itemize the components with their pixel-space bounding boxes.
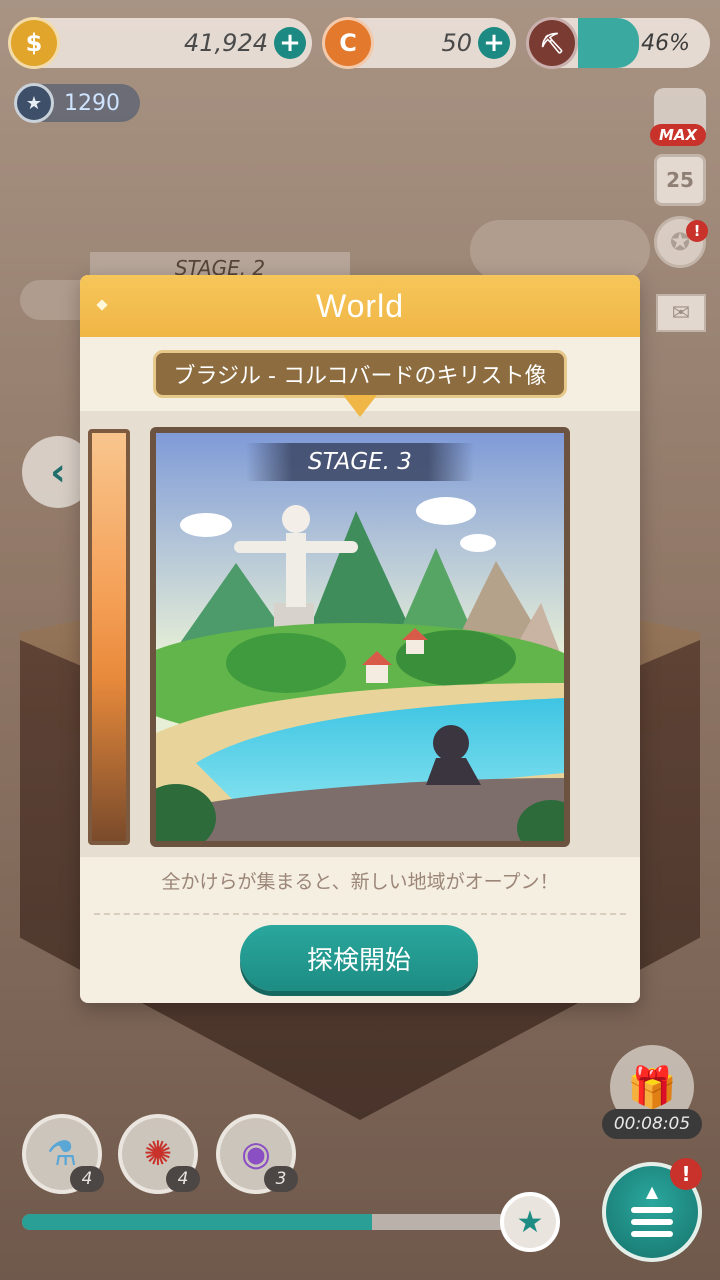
medal-value: 1290 [64,90,120,116]
potion-count: 4 [70,1166,104,1192]
award-alert-badge: ! [686,220,708,242]
menu-alert-badge: ! [670,1158,702,1190]
chevron-up-icon: ▲ [645,1182,659,1201]
dynamite-count: 4 [166,1166,200,1192]
candy-count: 3 [264,1166,298,1192]
stage-progress-fill [22,1214,372,1230]
world-modal: World STAGE. 3 ブラジル - コルコバードのキリスト像 全かけらが… [80,275,640,1003]
calendar-day: 25 [666,168,694,192]
gift-timer: 00:08:05 [602,1109,702,1139]
gold-coin-icon: $ [8,17,60,69]
previous-world-card[interactable] [88,429,130,845]
mine-cart-icon: ⛏ [526,17,578,69]
gold-value: 41,924 [184,29,268,57]
gold-currency-pill: $ 41,924 + [8,17,312,69]
world-carousel[interactable]: STAGE. 3 [80,411,640,857]
potion-icon: ⚗ [46,1134,78,1174]
candy-ball-icon: ◉ [241,1134,271,1174]
stage-progress-bar [22,1214,522,1230]
add-c-coin-button[interactable]: + [478,27,510,59]
c-coin-value: 50 [441,29,472,57]
calendar-icon[interactable]: 25 [654,154,706,206]
c-coin-icon: C [322,17,374,69]
stage-label: STAGE. 3 [246,443,474,481]
start-exploration-button[interactable]: 探検開始 [240,925,478,991]
divider [94,913,626,915]
mine-progress-fill [578,18,639,68]
progress-star-icon[interactable]: ★ [500,1192,560,1252]
c-coin-pill: C 50 + [322,17,516,69]
modal-title: World [316,287,404,324]
pointer-icon [343,395,377,417]
mine-progress-pill: ⛏ 46% [526,17,710,69]
modal-header: World [80,275,640,337]
medal-pill: ★ 1290 [14,83,140,123]
medal-icon: ★ [14,83,54,123]
location-label: ブラジル - コルコバードのキリスト像 [153,350,567,398]
candy-item-button[interactable]: ◉ 3 [216,1114,298,1194]
dynamite-icon: ✺ [143,1134,173,1174]
dynamite-item-button[interactable]: ✺ 4 [118,1114,200,1194]
mine-progress-bar: 46% [578,18,710,68]
sparkle-icon [96,299,108,311]
max-badge: MAX [650,124,706,146]
hint-text: 全かけらが集まると、新しい地域がオープン！ [161,871,559,893]
world-card[interactable]: STAGE. 3 [150,427,570,847]
add-gold-button[interactable]: + [274,27,306,59]
mine-progress-text: 46% [641,30,690,56]
potion-item-button[interactable]: ⚗ 4 [22,1114,104,1194]
mail-icon[interactable]: ✉ [656,294,706,332]
gift-icon: 🎁 [627,1064,677,1111]
world-illustration: STAGE. 3 [156,433,564,841]
